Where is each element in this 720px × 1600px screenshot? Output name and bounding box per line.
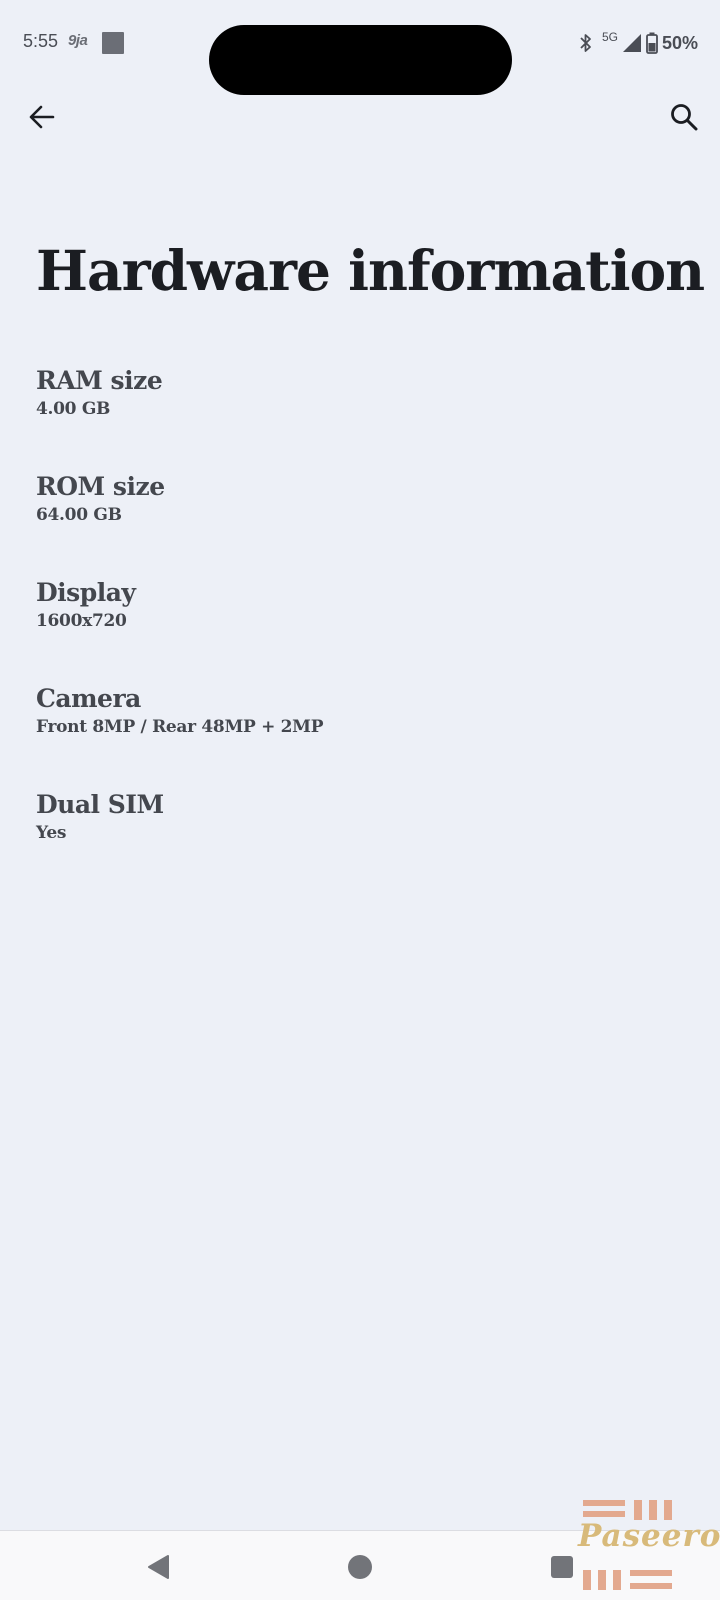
- signal-icon: [622, 34, 641, 52]
- info-label: RAM size: [36, 366, 163, 395]
- info-label: Dual SIM: [36, 790, 164, 819]
- arrow-left-icon: [29, 105, 55, 129]
- home-circle-icon[interactable]: [348, 1555, 372, 1579]
- info-value: Yes: [36, 823, 67, 843]
- info-value: 1600x720: [36, 611, 127, 631]
- page-title: Hardware information: [36, 238, 705, 303]
- info-item-display: Display 1600x720: [36, 578, 686, 684]
- battery-percentage: 50%: [661, 32, 698, 53]
- back-button[interactable]: [22, 97, 62, 137]
- status-bar: 5:55 9ja 5G 50%: [0, 0, 720, 95]
- hardware-info-screen: 5:55 9ja 5G 50% Hardware information RAM…: [0, 0, 720, 1600]
- back-triangle-icon[interactable]: [144, 1553, 174, 1581]
- notification-square-icon: [102, 32, 124, 54]
- network-type: 5G: [601, 30, 618, 44]
- search-icon: [671, 104, 698, 131]
- paseero-watermark: Paseero: [578, 1498, 720, 1594]
- info-value: Front 8MP / Rear 48MP + 2MP: [36, 717, 324, 737]
- info-item-rom-size: ROM size 64.00 GB: [36, 472, 686, 578]
- camera-cutout: [209, 25, 512, 95]
- app-notification-icon: 9ja: [68, 32, 88, 49]
- info-value: 4.00 GB: [36, 399, 111, 419]
- info-label: ROM size: [36, 472, 165, 501]
- bluetooth-icon: [580, 34, 591, 52]
- status-icons: 5G 50%: [578, 30, 698, 56]
- search-button[interactable]: [664, 97, 704, 137]
- recents-square-icon[interactable]: [551, 1556, 573, 1578]
- info-item-camera: Camera Front 8MP / Rear 48MP + 2MP: [36, 684, 686, 790]
- info-label: Camera: [36, 684, 141, 713]
- hardware-info-list: RAM size 4.00 GB ROM size 64.00 GB Displ…: [36, 366, 686, 896]
- info-value: 64.00 GB: [36, 505, 122, 525]
- status-time: 5:55: [23, 31, 59, 51]
- info-item-ram-size: RAM size 4.00 GB: [36, 366, 686, 472]
- watermark-text: Paseero: [578, 1518, 720, 1554]
- info-item-dual-sim: Dual SIM Yes: [36, 790, 686, 896]
- battery-icon: [646, 32, 658, 54]
- info-label: Display: [36, 578, 136, 607]
